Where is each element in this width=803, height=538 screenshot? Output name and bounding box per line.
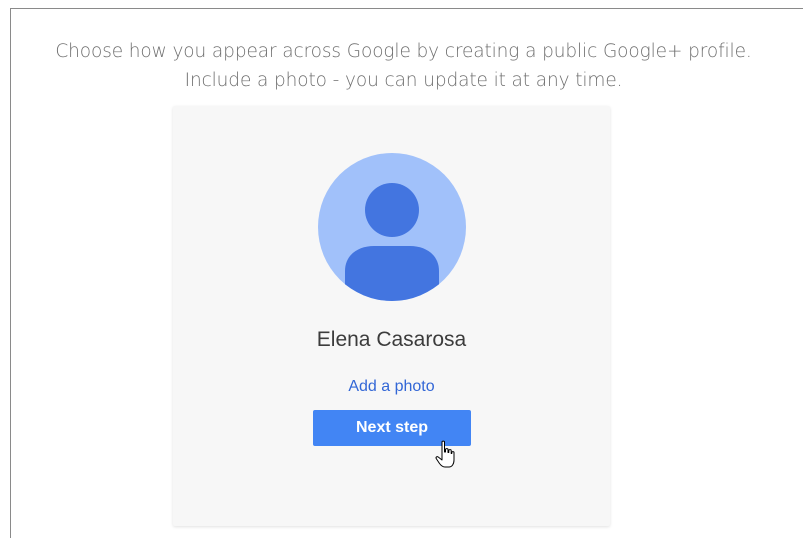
add-photo-link[interactable]: Add a photo xyxy=(173,378,610,396)
intro-text: Choose how you appear across Google by c… xyxy=(11,37,796,95)
profile-card: Elena Casarosa Add a photo Next step xyxy=(173,106,610,526)
intro-line-1: Choose how you appear across Google by c… xyxy=(55,41,752,62)
person-icon xyxy=(345,183,439,301)
avatar xyxy=(318,153,466,301)
next-step-button[interactable]: Next step xyxy=(313,410,471,446)
profile-name: Elena Casarosa xyxy=(316,328,467,351)
intro-line-2: Include a photo - you can update it at a… xyxy=(184,70,623,91)
